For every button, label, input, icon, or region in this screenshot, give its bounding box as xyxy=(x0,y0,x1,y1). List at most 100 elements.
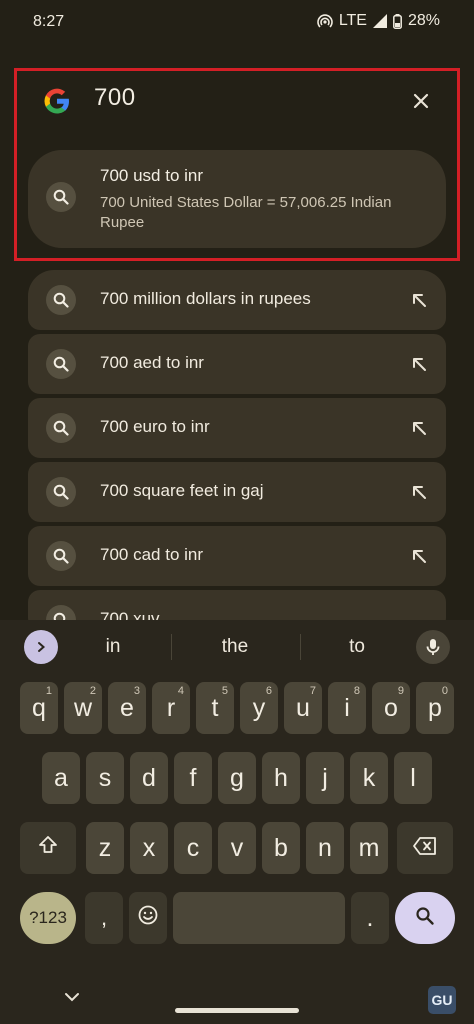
suggestion-item[interactable]: 700 million dollars in rupees xyxy=(28,270,446,330)
suggestion-label: 700 cad to inr xyxy=(100,545,204,564)
key-hint: 7 xyxy=(309,685,316,697)
search-icon xyxy=(46,349,76,379)
key[interactable]: c xyxy=(174,822,212,874)
hotspot-icon xyxy=(317,13,333,29)
key-label: z xyxy=(98,833,112,862)
arrow-up-left-icon[interactable] xyxy=(410,355,428,373)
key[interactable]: p0 xyxy=(416,682,454,734)
suggestion-item[interactable]: 700 aed to inr xyxy=(28,334,446,394)
key-label: x xyxy=(142,833,156,862)
key[interactable]: s xyxy=(86,752,124,804)
shift-icon xyxy=(37,834,59,863)
search-icon xyxy=(46,285,76,315)
key[interactable]: o9 xyxy=(372,682,410,734)
gesture-nav-bar[interactable] xyxy=(175,1008,299,1013)
key[interactable]: b xyxy=(262,822,300,874)
key[interactable]: k xyxy=(350,752,388,804)
key-label: r xyxy=(166,693,176,722)
watermark-logo: GU xyxy=(428,986,456,1014)
key-label: e xyxy=(120,693,134,722)
arrow-up-left-icon[interactable] xyxy=(410,483,428,501)
key-label: j xyxy=(322,763,328,792)
divider xyxy=(171,634,172,660)
key[interactable]: r4 xyxy=(152,682,190,734)
search-key[interactable] xyxy=(395,892,455,944)
word-suggestion[interactable]: in xyxy=(58,636,168,658)
arrow-up-left-icon[interactable] xyxy=(410,291,428,309)
word-suggestion[interactable]: the xyxy=(180,636,290,658)
key-label: a xyxy=(54,763,68,792)
highlight-box xyxy=(14,68,460,261)
key-label: i xyxy=(344,693,350,722)
key-label: l xyxy=(410,763,416,792)
battery-percent: 28% xyxy=(407,12,440,29)
key-label: s xyxy=(98,763,112,792)
key[interactable]: x xyxy=(130,822,168,874)
shift-key[interactable] xyxy=(20,822,76,874)
search-icon xyxy=(415,904,435,933)
key-hint: 1 xyxy=(45,685,52,697)
symbols-key[interactable]: ?123 xyxy=(20,892,76,944)
chevron-right-icon[interactable] xyxy=(24,630,58,664)
divider xyxy=(300,634,301,660)
key-hint: 2 xyxy=(89,685,96,697)
suggestion-label: 700 square feet in gaj xyxy=(100,481,264,500)
status-time: 8:27 xyxy=(33,13,65,30)
key-label: d xyxy=(142,763,156,792)
key[interactable]: m xyxy=(350,822,388,874)
key-label: b xyxy=(274,833,288,862)
suggestion-item[interactable]: 700 euro to inr xyxy=(28,398,446,458)
key[interactable]: n xyxy=(306,822,344,874)
key[interactable]: f xyxy=(174,752,212,804)
key[interactable]: g xyxy=(218,752,256,804)
key-hint: 0 xyxy=(441,685,448,697)
key[interactable]: j xyxy=(306,752,344,804)
key[interactable]: h xyxy=(262,752,300,804)
key-label: g xyxy=(230,763,244,792)
key-label: f xyxy=(189,763,197,792)
backspace-key[interactable] xyxy=(397,822,453,874)
key-hint: 3 xyxy=(133,685,140,697)
key[interactable]: d xyxy=(130,752,168,804)
key-hint: 8 xyxy=(353,685,360,697)
key[interactable]: y6 xyxy=(240,682,278,734)
key[interactable]: z xyxy=(86,822,124,874)
key[interactable]: a xyxy=(42,752,80,804)
key-label: q xyxy=(32,693,46,722)
battery-icon xyxy=(393,13,402,29)
signal-icon xyxy=(372,14,387,28)
arrow-up-left-icon[interactable] xyxy=(410,547,428,565)
emoji-key[interactable] xyxy=(129,892,167,944)
search-icon xyxy=(46,541,76,571)
arrow-up-left-icon[interactable] xyxy=(410,419,428,437)
suggestion-label: 700 euro to inr xyxy=(100,417,210,436)
key[interactable]: u7 xyxy=(284,682,322,734)
suggestion-item[interactable]: 700 square feet in gaj xyxy=(28,462,446,522)
key[interactable]: w2 xyxy=(64,682,102,734)
key-hint: 6 xyxy=(265,685,272,697)
space-key[interactable] xyxy=(173,892,345,944)
keyboard-hide-icon[interactable] xyxy=(64,990,80,1008)
key[interactable]: q1 xyxy=(20,682,58,734)
microphone-icon[interactable] xyxy=(416,630,450,664)
key-label: p xyxy=(428,693,442,722)
key-hint: 9 xyxy=(397,685,404,697)
key[interactable]: l xyxy=(394,752,432,804)
search-icon xyxy=(46,477,76,507)
comma-key[interactable]: , xyxy=(85,892,123,944)
key-label: m xyxy=(358,833,380,862)
key[interactable]: i8 xyxy=(328,682,366,734)
word-suggestion[interactable]: to xyxy=(302,636,412,658)
suggestion-item[interactable]: 700 cad to inr xyxy=(28,526,446,586)
key-label: t xyxy=(211,693,219,722)
network-label: LTE xyxy=(338,12,367,29)
status-icons: LTE 28% xyxy=(317,12,440,30)
emoji-icon xyxy=(137,904,159,933)
key[interactable]: v xyxy=(218,822,256,874)
key-label: u xyxy=(296,693,310,722)
key-label: o xyxy=(384,693,398,722)
period-key[interactable]: . xyxy=(351,892,389,944)
key[interactable]: e3 xyxy=(108,682,146,734)
key-label: k xyxy=(362,763,376,792)
key[interactable]: t5 xyxy=(196,682,234,734)
